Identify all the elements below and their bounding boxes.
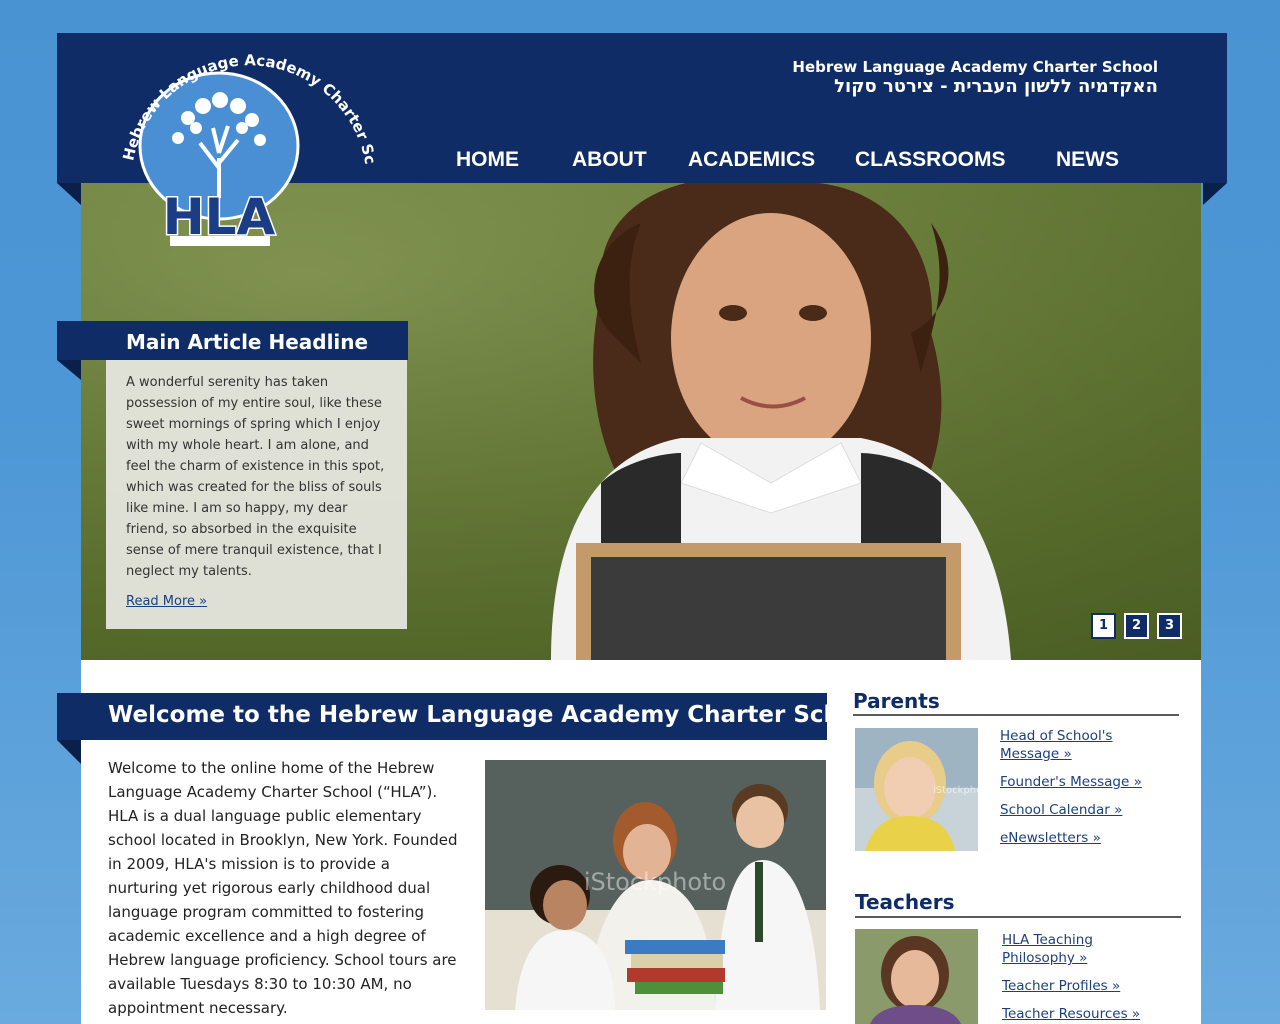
parents-photo-watermark: iStockphoto	[933, 785, 978, 796]
nav-classrooms[interactable]: CLASSROOMS	[855, 148, 1006, 172]
nav-academics[interactable]: ACADEMICS	[688, 148, 815, 172]
link-teacher-profiles[interactable]: Teacher Profiles »	[1002, 977, 1120, 995]
link-school-calendar[interactable]: School Calendar »	[1000, 801, 1122, 819]
school-name-english: Hebrew Language Academy Charter School	[792, 58, 1158, 76]
slider-page-1[interactable]: 1	[1091, 613, 1116, 639]
welcome-text: Welcome to the online home of the Hebrew…	[108, 759, 458, 1017]
teachers-heading: Teachers	[855, 890, 955, 914]
article-fold	[57, 360, 81, 380]
article-headline: Main Article Headline	[126, 330, 369, 354]
teachers-photo	[855, 929, 978, 1024]
read-more-link[interactable]: Read More »	[126, 594, 207, 609]
teachers-rule	[855, 916, 1181, 918]
classroom-photo-watermark: iStockphoto	[584, 868, 726, 896]
nav-about[interactable]: ABOUT	[572, 148, 647, 172]
link-head-of-school-message[interactable]: Head of School's Message »	[1000, 727, 1140, 763]
parents-photo: iStockphoto	[855, 728, 978, 851]
header-fold-left	[57, 183, 81, 205]
slider-page-3[interactable]: 3	[1157, 613, 1182, 639]
school-name-hebrew: האקדמיה ללשון העברית - צירטר סקול	[834, 76, 1158, 97]
link-teacher-resources[interactable]: Teacher Resources »	[1002, 1005, 1140, 1023]
nav-news[interactable]: NEWS	[1056, 148, 1119, 172]
header-fold-right	[1203, 183, 1227, 205]
link-teaching-philosophy[interactable]: HLA Teaching Philosophy »	[1002, 931, 1122, 967]
logo-initials: HLA	[163, 188, 276, 246]
nav-home[interactable]: HOME	[456, 148, 519, 172]
school-logo[interactable]: Hebrew Language Academy Charter School H…	[118, 48, 380, 254]
link-enewsletters[interactable]: eNewsletters »	[1000, 829, 1101, 847]
parents-rule	[853, 714, 1179, 716]
welcome-fold	[57, 740, 81, 764]
parents-heading: Parents	[853, 689, 940, 713]
classroom-photo-art: iStockphoto	[485, 760, 826, 1010]
welcome-title: Welcome to the Hebrew Language Academy C…	[108, 702, 880, 728]
slider-page-2[interactable]: 2	[1124, 613, 1149, 639]
article-text: A wonderful serenity has taken possessio…	[126, 375, 385, 579]
link-founders-message[interactable]: Founder's Message »	[1000, 773, 1142, 791]
classroom-photo: iStockphoto	[485, 760, 826, 1010]
